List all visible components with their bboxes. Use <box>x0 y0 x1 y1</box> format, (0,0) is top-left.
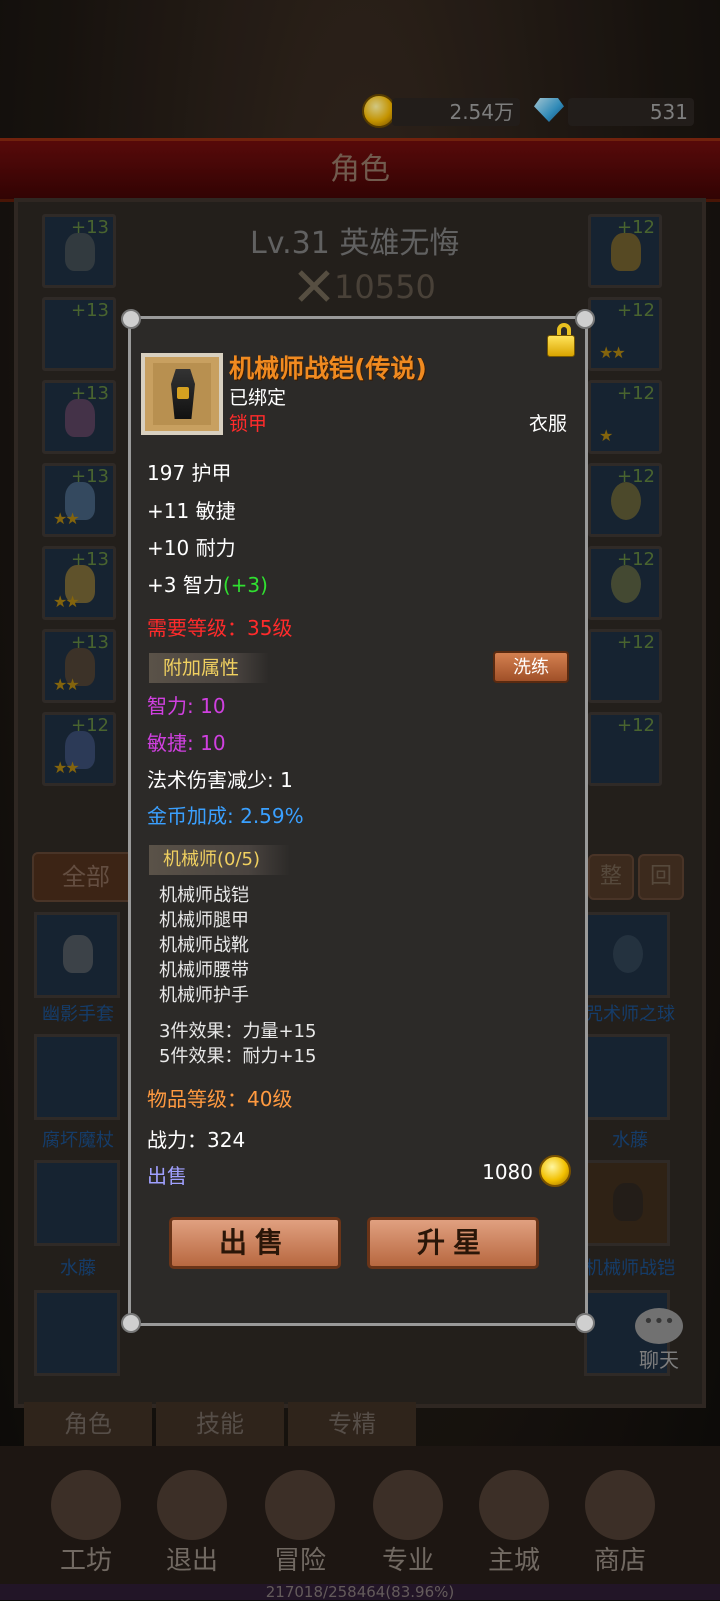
stat-armor: 197 护甲 <box>147 461 232 485</box>
stat-intellect-bonus: (+3) <box>222 573 268 597</box>
combat-power: 战力：324 <box>147 1128 246 1152</box>
gold-coin-icon <box>539 1155 571 1187</box>
set-piece: 机械师腿甲 <box>159 910 249 931</box>
item-level: 物品等级：40级 <box>147 1087 293 1111</box>
item-title: 机械师战铠(传说) <box>229 354 427 383</box>
set-effect-5: 5件效果：耐力+15 <box>159 1046 317 1067</box>
sell-label: 出售 <box>147 1164 187 1188</box>
item-icon <box>141 353 223 435</box>
stat-intellect: +3 智力(+3) <box>147 573 268 597</box>
upgrade-star-button[interactable]: 升星 <box>367 1217 539 1269</box>
extra-attr-gold-bonus: 金币加成: 2.59% <box>147 804 304 828</box>
equip-slot-type: 衣服 <box>528 413 567 435</box>
corner-ornament <box>575 309 595 329</box>
required-level: 需要等级：35级 <box>147 616 293 640</box>
set-effect-3: 3件效果：力量+15 <box>159 1021 317 1042</box>
corner-ornament <box>575 1313 595 1333</box>
set-piece: 机械师战铠 <box>159 885 249 906</box>
set-header: 机械师(0/5) <box>149 845 291 875</box>
refine-button[interactable]: 洗练 <box>493 651 569 683</box>
sell-price: 1080 <box>482 1160 533 1184</box>
armor-type: 锁甲 <box>229 413 268 435</box>
extra-attr-intellect: 智力: 10 <box>147 694 226 718</box>
set-piece: 机械师护手 <box>159 985 249 1006</box>
corner-ornament <box>121 309 141 329</box>
stat-stamina: +10 耐力 <box>147 536 236 560</box>
extra-attributes-header: 附加属性 <box>149 653 270 683</box>
extra-attr-agility: 敏捷: 10 <box>147 731 226 755</box>
bound-status: 已绑定 <box>229 387 287 409</box>
unlock-icon[interactable] <box>547 323 575 357</box>
set-piece: 机械师腰带 <box>159 960 249 981</box>
extra-attr-spell-damage: 法术伤害减少: 1 <box>147 768 293 792</box>
sell-button[interactable]: 出售 <box>169 1217 341 1269</box>
set-piece: 机械师战靴 <box>159 935 249 956</box>
stat-agility: +11 敏捷 <box>147 499 236 523</box>
item-detail-modal: 机械师战铠(传说) 已绑定 锁甲 衣服 197 护甲 +11 敏捷 +10 耐力… <box>121 309 595 1333</box>
corner-ornament <box>121 1313 141 1333</box>
